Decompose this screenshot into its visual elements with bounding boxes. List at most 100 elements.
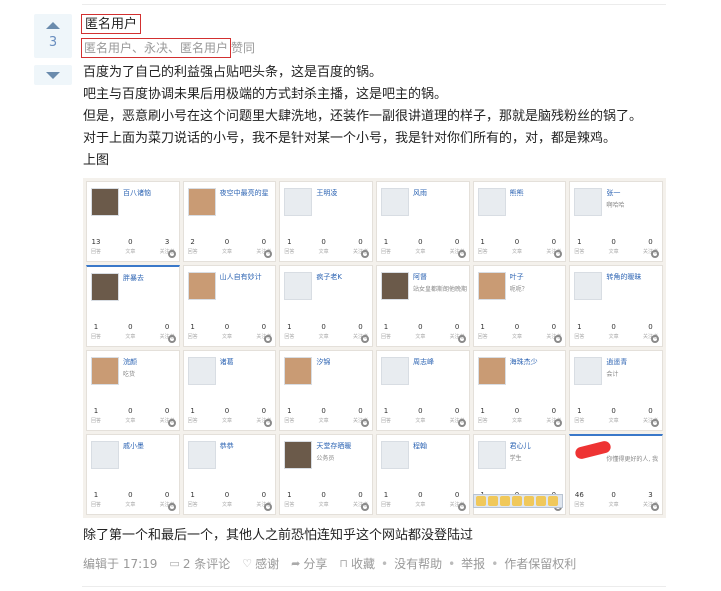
card-stat-label: 文章: [415, 333, 426, 340]
user-card: 王明凌 1 回答 0 文章 0 关注者: [279, 181, 373, 263]
card-stat: 1 回答: [478, 323, 488, 340]
card-stat-value: 0: [128, 322, 133, 331]
user-card: 戚小墨 1 回答 0 文章 0 关注者: [86, 433, 180, 515]
paragraph: 对于上面为菜刀说话的小号，我不是针对某一个小号，我是针对你们所有的，对，都是辣鸡…: [83, 131, 617, 146]
card-stat-value: 0: [128, 491, 133, 499]
card-stat: 46 回答: [574, 491, 584, 508]
card-stat-value: 0: [514, 322, 520, 331]
user-card: 周志峰 1 回答 0 文章 0 关注者: [375, 349, 470, 431]
magnifier-icon: [650, 503, 659, 511]
paragraph: 吧主与百度协调未果后用极端的方式封杀主播，这是吧主的锅。: [83, 87, 448, 102]
card-stats: 1回答0文章0关注者: [91, 323, 175, 340]
card-stat-label: 回答: [187, 502, 198, 508]
user-card: 天堂存晒暖 公务员 1 回答 0 文章 0 关注者: [279, 433, 373, 515]
avatar: [187, 188, 216, 216]
voter-names[interactable]: 匿名用户、永决、匿名用户: [84, 41, 228, 55]
answer-body: 百度为了自己的利益强占贴吧头条，这是百度的锅。 吧主与百度协调未果后用极端的方式…: [83, 62, 683, 172]
card-stat-value: 13: [91, 238, 101, 247]
magnifier-icon: [264, 250, 273, 259]
card-stats: 1回答0文章0关注者: [381, 323, 465, 340]
avatar: [284, 188, 313, 216]
card-stat-value: 2: [190, 238, 195, 247]
card-stat-value: 0: [454, 238, 460, 247]
card-stats: 1回答0文章0关注者: [188, 491, 272, 508]
card-stat-label: 文章: [415, 417, 426, 424]
magnifier-icon: [167, 250, 176, 259]
card-stat-value: 1: [190, 322, 195, 331]
card-stat-label: 回答: [574, 417, 585, 424]
comment-icon: ▭: [169, 557, 180, 570]
card-stat: 1 回答: [284, 238, 294, 255]
card-stat-label: 文章: [125, 502, 136, 508]
magnifier-icon: [457, 418, 466, 427]
vote-count: 3: [48, 35, 58, 50]
card-stats: 1回答0文章0关注者: [381, 407, 465, 424]
emoji-icon: [536, 496, 546, 506]
card-stat: 1 回答: [381, 238, 391, 255]
author-name[interactable]: 匿名用户: [81, 14, 142, 34]
card-username: 转角的暧昧: [606, 273, 642, 282]
user-card: 你懂得更好的人, 我 46 回答 0 文章 3 关注者: [569, 433, 663, 515]
share-link[interactable]: ➦ 分享: [291, 554, 327, 574]
user-card: 百八诸恼 13 回答 0 文章 3 关注者: [86, 181, 180, 263]
thanks-link[interactable]: ♡ 感谢: [242, 554, 279, 574]
avatar: [380, 272, 409, 301]
avatar: [187, 440, 216, 469]
card-stat-label: 回答: [91, 333, 102, 340]
card-stat-value: 0: [164, 406, 170, 415]
comments-link[interactable]: ▭ 2 条评论: [169, 554, 230, 574]
voters-list[interactable]: 匿名用户、永决、匿名用户: [81, 38, 232, 58]
card-stat-value: 0: [648, 406, 653, 415]
card-stat-value: 0: [358, 238, 363, 247]
card-stat: 0 文章: [415, 491, 425, 508]
card-stat: 0 文章: [319, 323, 329, 340]
card-username: 熊熊: [509, 189, 524, 197]
answer-footer: 编辑于 17:19 ▭ 2 条评论 ♡ 感谢 ➦ 分享 ⊓ 收藏 • 没有帮助 • 举报…: [83, 554, 576, 574]
card-stat-value: 0: [611, 491, 616, 499]
report-link[interactable]: 举报: [461, 554, 485, 574]
downvote-button[interactable]: [34, 65, 72, 85]
card-stat-value: 1: [287, 491, 292, 499]
card-username: 风雨: [412, 189, 427, 197]
card-stat: 0 文章: [319, 238, 329, 255]
card-stat: 0 文章: [222, 407, 232, 424]
card-stat-value: 0: [224, 238, 230, 247]
paragraph: 但是，恶意刷小号在这个问题里大肆洗地，还装作一副很讲道理的样子，那就是脑残粉丝的…: [83, 109, 643, 124]
voters-line: 匿名用户、永决、匿名用户 赞同: [81, 38, 255, 58]
embedded-screenshot[interactable]: 百八诸恼 13 回答 0 文章 3 关注者 夜空中最亮的星 2 回答 0 文章 0 关注者 王明凌 1 回答 0 文…: [83, 178, 666, 518]
card-stat: 1 回答: [188, 407, 198, 424]
card-stat: 1 回答: [91, 323, 101, 340]
card-stat-value: 1: [287, 322, 292, 331]
upvote-button[interactable]: 3: [34, 14, 72, 58]
card-stat: 1 回答: [478, 407, 488, 424]
user-card: 恭恭 1 回答 0 文章 0 关注者: [182, 433, 277, 515]
card-stat: 0 文章: [125, 491, 135, 508]
card-stat: 1 回答: [284, 407, 294, 424]
thanks-label: 感谢: [255, 557, 280, 571]
card-stat-value: 1: [480, 238, 485, 247]
card-stat-label: 回答: [284, 249, 295, 256]
card-username: 汐锦: [316, 357, 331, 366]
card-stat-label: 回答: [477, 417, 488, 424]
card-stat-value: 0: [321, 491, 326, 499]
card-stat-value: 0: [454, 491, 460, 499]
card-stat: 0 文章: [512, 407, 522, 424]
upvote-arrow-icon: [46, 22, 60, 29]
card-stats: 1回答0文章0关注者: [284, 238, 368, 255]
card-stat-value: 0: [358, 491, 363, 499]
no-help-link[interactable]: 没有帮助: [394, 554, 442, 574]
card-stat-value: 0: [648, 238, 653, 247]
collect-link[interactable]: ⊓ 收藏: [339, 554, 375, 574]
heart-icon: ♡: [242, 557, 253, 570]
card-username: 天堂存晒暖: [316, 441, 352, 450]
emoji-icon: [500, 496, 510, 506]
card-stat-value: 0: [164, 491, 170, 499]
magnifier-icon: [360, 250, 369, 259]
edited-time[interactable]: 编辑于 17:19: [83, 554, 157, 574]
card-stat-label: 回答: [187, 417, 198, 424]
card-stat-value: 1: [383, 322, 389, 331]
magnifier-icon: [457, 503, 466, 511]
card-stat-value: 0: [224, 406, 230, 415]
card-stat-value: 0: [551, 406, 557, 415]
separator-dot: •: [448, 557, 456, 571]
